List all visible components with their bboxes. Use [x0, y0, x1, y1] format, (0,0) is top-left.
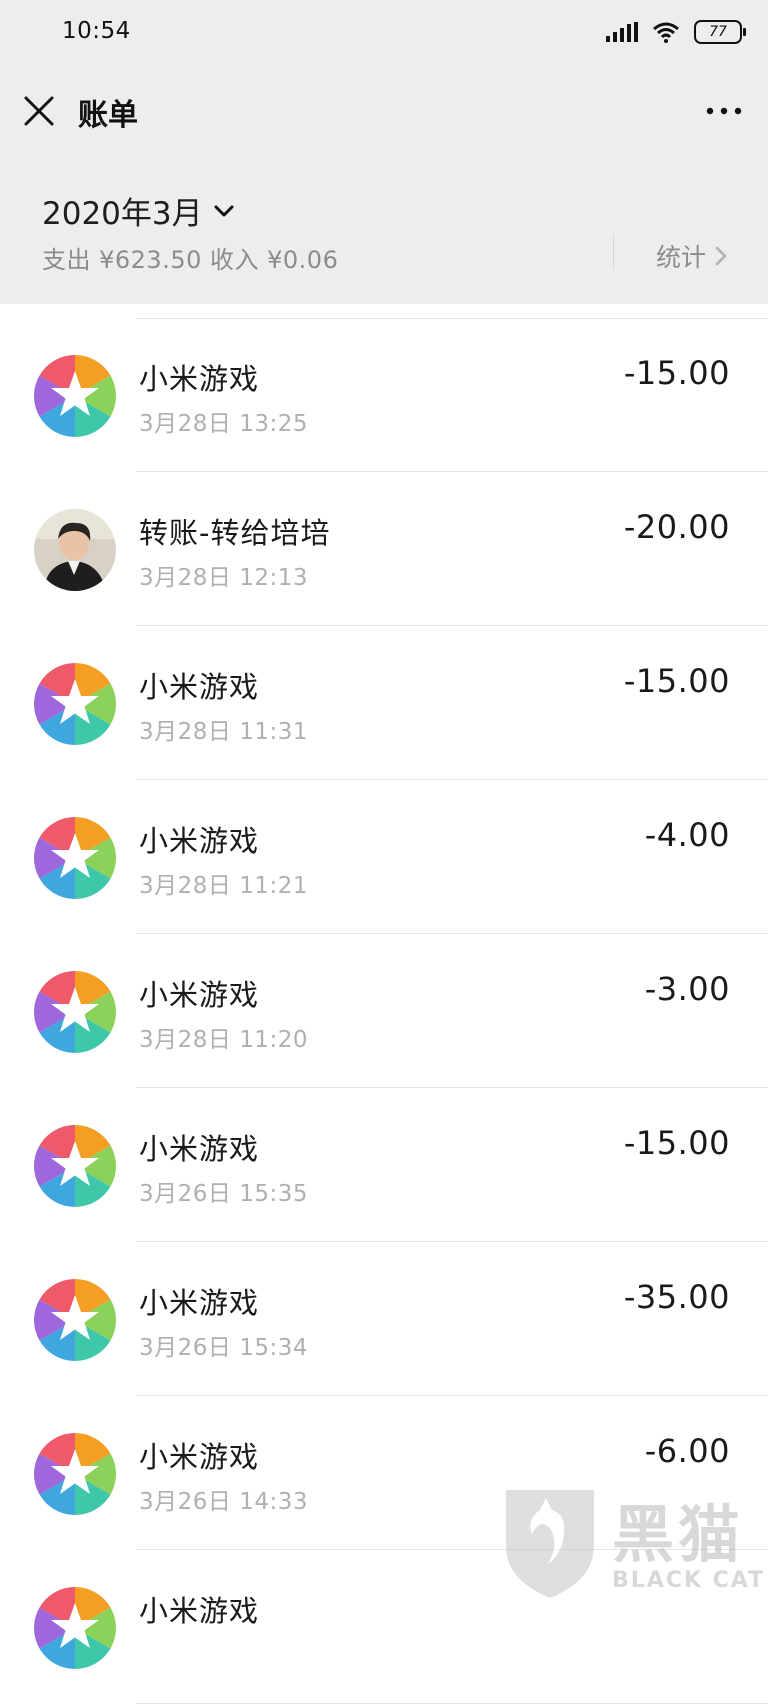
close-icon[interactable] [22, 94, 56, 128]
xiaomi-game-star-icon [34, 971, 116, 1053]
status-icons: 77 [606, 20, 746, 44]
transaction-row[interactable]: 小米游戏 3月28日 11:21 -4.00 [0, 780, 768, 934]
transaction-time: 3月26日 14:33 [139, 1489, 308, 1515]
transaction-title: 小米游戏 [139, 824, 260, 858]
transaction-amount: -15.00 [623, 662, 730, 700]
watermark-subtext: BLACK CAT [612, 1568, 766, 1593]
signal-icon [606, 22, 638, 42]
wifi-icon [653, 22, 679, 43]
cat-shield-icon [506, 1490, 594, 1598]
transaction-amount: -6.00 [644, 1432, 730, 1470]
transaction-title: 小米游戏 [139, 362, 260, 396]
transaction-row[interactable]: 小米游戏 3月26日 15:34 -35.00 [0, 1242, 768, 1396]
transaction-amount: -20.00 [623, 508, 730, 546]
transaction-title: 小米游戏 [139, 1594, 260, 1628]
transaction-title: 小米游戏 [139, 978, 260, 1012]
transaction-row[interactable]: 小米游戏 3月26日 15:35 -15.00 [0, 1088, 768, 1242]
transaction-time: 3月26日 15:34 [139, 1335, 308, 1361]
transaction-title: 小米游戏 [139, 1286, 260, 1320]
stats-label: 统计 [656, 243, 707, 272]
xiaomi-game-star-icon [34, 1125, 116, 1207]
battery-icon: 77 [694, 20, 746, 44]
transaction-amount: -4.00 [644, 816, 730, 854]
month-label: 2020年3月 [42, 196, 203, 232]
chevron-right-icon [715, 246, 727, 266]
xiaomi-game-star-icon [34, 1279, 116, 1361]
transaction-time: 3月28日 11:31 [139, 719, 308, 745]
stats-button[interactable]: 统计 [656, 238, 728, 274]
summary-totals: 支出 ¥623.50 收入 ¥0.06 [42, 246, 339, 274]
transaction-row[interactable]: 小米游戏 3月28日 13:25 -15.00 [0, 318, 768, 472]
status-time: 10:54 [62, 18, 131, 44]
transaction-row[interactable]: 转账-转给培培 3月28日 12:13 -20.00 [0, 472, 768, 626]
xiaomi-game-star-icon [34, 663, 116, 745]
transaction-time: 3月28日 12:13 [139, 565, 308, 591]
user-avatar [34, 509, 116, 591]
status-bar: 10:54 77 [0, 0, 768, 66]
chevron-down-icon [214, 205, 234, 216]
bill-summary: 2020年3月 支出 ¥623.50 收入 ¥0.06 统计 [0, 158, 768, 304]
transaction-amount: -35.00 [623, 1278, 730, 1316]
transaction-time: 3月26日 15:35 [139, 1181, 308, 1207]
transaction-amount: -15.00 [623, 354, 730, 392]
transaction-title: 转账-转给培培 [139, 516, 331, 550]
xiaomi-game-star-icon [34, 1587, 116, 1669]
summary-divider [613, 234, 614, 270]
page-title: 账单 [78, 98, 138, 133]
xiaomi-game-star-icon [34, 355, 116, 437]
transaction-time: 3月28日 11:20 [139, 1027, 308, 1053]
transaction-time: 3月28日 11:21 [139, 873, 308, 899]
transaction-title: 小米游戏 [139, 670, 260, 704]
month-selector[interactable]: 2020年3月 [42, 188, 235, 233]
transaction-title: 小米游戏 [139, 1440, 260, 1474]
transaction-time: 3月28日 13:25 [139, 411, 308, 437]
more-options-icon[interactable] [704, 96, 744, 126]
transaction-title: 小米游戏 [139, 1132, 260, 1166]
transaction-row[interactable]: 小米游戏 3月28日 11:31 -15.00 [0, 626, 768, 780]
black-cat-watermark: 黑猫 BLACK CAT [500, 1484, 768, 1600]
xiaomi-game-star-icon [34, 1433, 116, 1515]
transaction-amount: -15.00 [623, 1124, 730, 1162]
transaction-amount: -3.00 [644, 970, 730, 1008]
xiaomi-game-star-icon [34, 817, 116, 899]
nav-bar: 账单 [0, 66, 768, 158]
transaction-row[interactable]: 小米游戏 3月28日 11:20 -3.00 [0, 934, 768, 1088]
watermark-text: 黑猫 [612, 1498, 745, 1571]
